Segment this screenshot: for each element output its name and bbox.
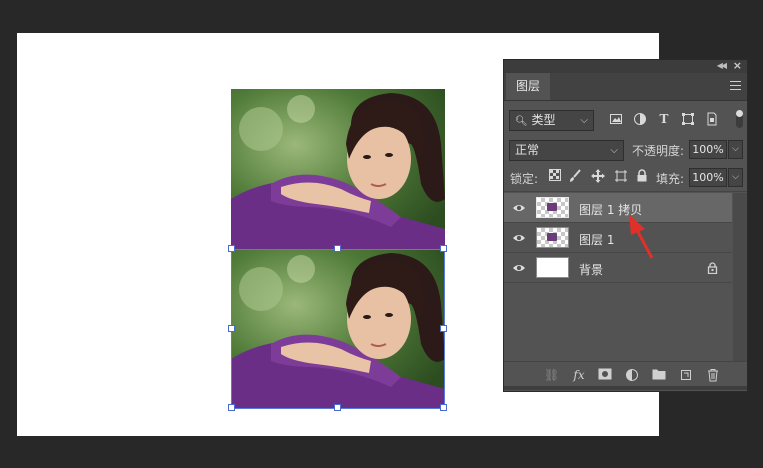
transform-handle-top-center[interactable] <box>334 245 341 252</box>
layers-scrollbar[interactable] <box>733 193 747 361</box>
filter-smart-object-icon[interactable] <box>705 112 719 126</box>
panel-resize-bar[interactable] <box>504 386 747 390</box>
folder-icon[interactable] <box>652 368 666 382</box>
transform-handle-top-right[interactable] <box>440 245 447 252</box>
layer-row-layer1[interactable]: 图层 1 <box>504 223 732 253</box>
opacity-input[interactable]: 100% <box>689 140 727 159</box>
fill-input[interactable]: 100% <box>689 168 727 187</box>
layer-thumbnail <box>536 227 569 248</box>
layer-name[interactable]: 图层 1 拷贝 <box>579 201 642 218</box>
filter-pixel-icon[interactable] <box>609 112 623 126</box>
blend-opacity-row: 正常 ⌵ 不透明度: 100% ⌵ <box>504 137 747 164</box>
transform-handle-bottom-left[interactable] <box>228 404 235 411</box>
adjustment-icon[interactable] <box>625 368 639 382</box>
search-icon: 🔍︎ <box>515 116 528 127</box>
transform-handle-bottom-right[interactable] <box>440 404 447 411</box>
filter-type-icon[interactable]: T <box>657 112 671 126</box>
filter-shape-icon[interactable] <box>681 112 695 126</box>
eye-visibility-icon[interactable] <box>512 261 526 275</box>
photo-layer-original <box>231 89 445 249</box>
lock-artboard-icon[interactable] <box>614 169 628 183</box>
eye-visibility-icon[interactable] <box>512 231 526 245</box>
transform-handle-middle-right[interactable] <box>440 325 447 332</box>
layer-row-copy[interactable]: 图层 1 拷贝 <box>504 193 732 223</box>
blend-mode-value: 正常 <box>515 143 540 157</box>
layers-panel-footer: ⛓ fx <box>504 361 747 390</box>
layers-list: 图层 1 拷贝 图层 1 背景 <box>504 193 732 361</box>
close-panel-icon[interactable]: × <box>733 59 742 72</box>
layer-row-background[interactable]: 背景 <box>504 253 732 283</box>
lock-all-icon[interactable] <box>635 169 649 183</box>
opacity-label: 不透明度: <box>632 144 685 158</box>
filter-adjustment-icon[interactable] <box>633 112 647 126</box>
fill-dropdown-button[interactable]: ⌵ <box>728 168 743 187</box>
layer-name[interactable]: 背景 <box>579 261 603 278</box>
lock-fill-row: 锁定: 填充: 100% ⌵ <box>504 165 747 192</box>
layer-filter-row: 🔍︎ 类型 ⌵ T <box>504 108 747 135</box>
new-layer-icon[interactable] <box>679 368 693 382</box>
transform-handle-middle-left[interactable] <box>228 325 235 332</box>
chevron-down-icon: ⌵ <box>610 145 618 156</box>
layer-kind-filter-dropdown[interactable]: 🔍︎ 类型 ⌵ <box>509 110 594 131</box>
lock-icon[interactable] <box>707 262 718 274</box>
layers-panel: ◀◀ × 图层 🔍︎ 类型 ⌵ T 正常 ⌵ 不透明度: 100% ⌵ 锁定: … <box>503 59 748 392</box>
filter-toggle-switch[interactable] <box>736 110 743 128</box>
blend-mode-dropdown[interactable]: 正常 ⌵ <box>509 140 624 161</box>
lock-position-move-icon[interactable] <box>591 169 605 183</box>
filter-kind-label: 类型 <box>531 113 556 127</box>
transform-handle-top-left[interactable] <box>228 245 235 252</box>
layer-thumbnail <box>536 257 569 278</box>
fx-icon[interactable]: fx <box>572 368 586 382</box>
chevron-down-icon: ⌵ <box>580 115 588 126</box>
trash-icon[interactable] <box>706 368 720 382</box>
opacity-dropdown-button[interactable]: ⌵ <box>728 140 743 159</box>
mask-icon[interactable] <box>598 368 612 382</box>
panel-tab-bar: 图层 <box>504 73 747 101</box>
layer-name[interactable]: 图层 1 <box>579 231 614 248</box>
tab-layers[interactable]: 图层 <box>506 73 550 100</box>
collapse-panel-icon[interactable]: ◀◀ <box>717 61 727 70</box>
lock-transparent-pixels-icon[interactable] <box>548 169 562 183</box>
fill-label: 填充: <box>656 172 685 186</box>
lock-label: 锁定: <box>510 172 539 186</box>
transform-handle-bottom-center[interactable] <box>334 404 341 411</box>
lock-image-pixels-brush-icon[interactable] <box>568 169 582 183</box>
panel-title-bar[interactable]: ◀◀ × <box>504 59 747 73</box>
photo-layer-copy[interactable] <box>231 249 445 409</box>
link-icon[interactable]: ⛓ <box>544 368 559 382</box>
panel-menu-icon[interactable] <box>730 81 741 90</box>
layer-thumbnail <box>536 197 569 218</box>
eye-visibility-icon[interactable] <box>512 201 526 215</box>
